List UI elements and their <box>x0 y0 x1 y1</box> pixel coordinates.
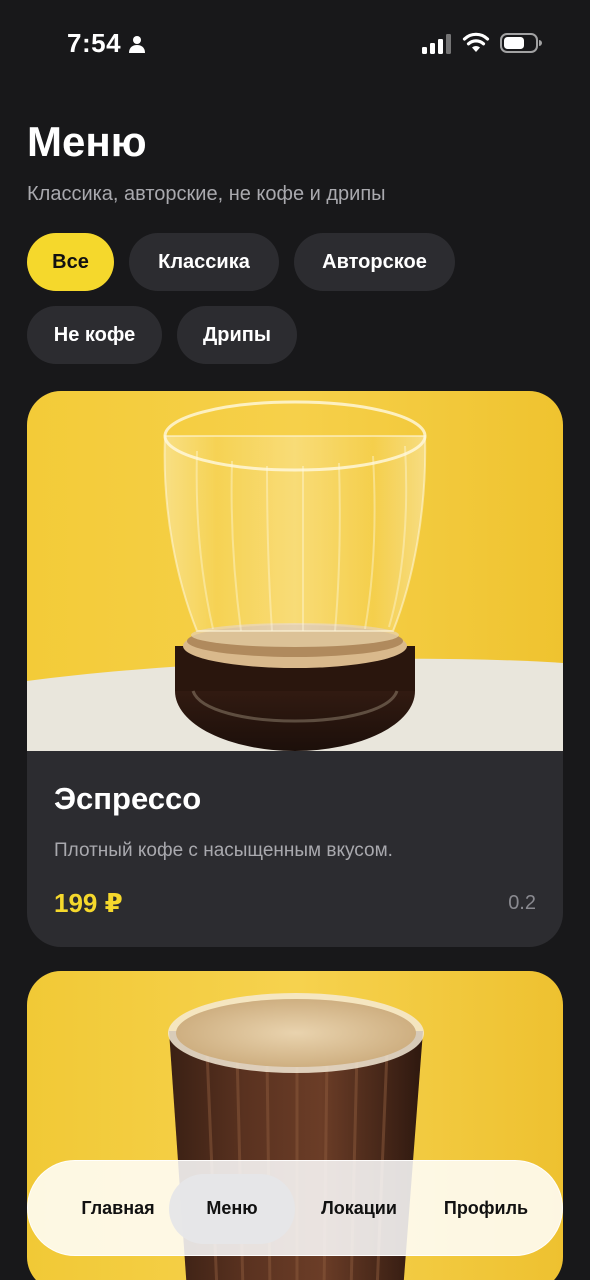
status-time: 7:54 <box>67 28 122 58</box>
cellular-signal-icon <box>422 34 451 54</box>
nav-item-home[interactable]: Главная <box>55 1198 181 1219</box>
bottom-nav: Главная Меню Локации Профиль <box>27 1160 563 1256</box>
product-volume: 0.2 <box>508 892 536 914</box>
person-icon <box>129 36 145 53</box>
filter-chip-drips[interactable]: Дрипы <box>177 306 297 364</box>
nav-item-menu[interactable]: Меню <box>169 1198 295 1219</box>
product-price: 199 ₽ <box>54 888 123 918</box>
battery-icon <box>500 33 542 53</box>
page-title: Меню <box>27 118 147 165</box>
espresso-photo <box>27 391 563 751</box>
product-description: Плотный кофе с насыщенным вкусом. <box>54 840 393 861</box>
product-name: Эспрессо <box>54 781 202 816</box>
product-card-espresso[interactable]: Эспрессо Плотный кофе с насыщенным вкусо… <box>27 391 563 947</box>
wifi-icon <box>462 32 490 52</box>
nav-item-locations[interactable]: Локации <box>296 1198 422 1219</box>
nav-item-profile[interactable]: Профиль <box>423 1198 549 1219</box>
status-bar: 7:54 <box>0 0 590 88</box>
menu-screen: 7:54 Меню Классика, авторские, не кофе и… <box>0 0 590 1280</box>
page-subtitle: Классика, авторские, не кофе и дрипы <box>27 183 386 205</box>
filter-chip-all[interactable]: Все <box>27 233 114 291</box>
filter-chip-classic[interactable]: Классика <box>129 233 279 291</box>
filter-chip-non-coffee[interactable]: Не кофе <box>27 306 162 364</box>
filter-chip-signature[interactable]: Авторское <box>294 233 455 291</box>
